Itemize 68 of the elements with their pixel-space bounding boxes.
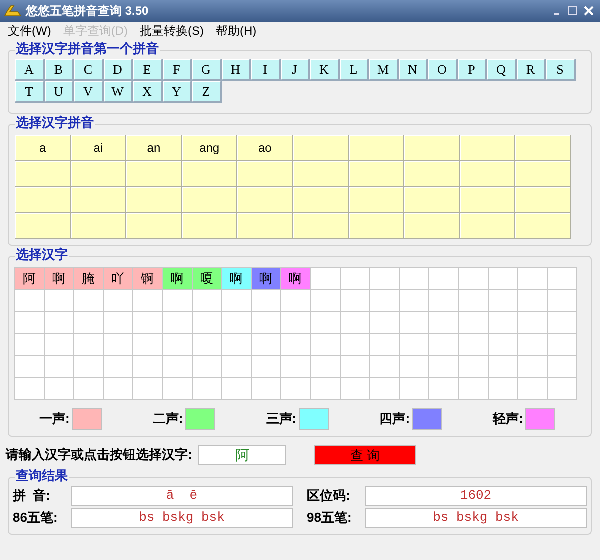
- letter-button[interactable]: O: [428, 59, 458, 81]
- character-button[interactable]: 啊: [44, 268, 74, 290]
- letter-button[interactable]: A: [15, 59, 44, 81]
- letter-button[interactable]: U: [44, 81, 74, 103]
- tone-label: 一声:: [40, 410, 70, 428]
- character-button[interactable]: 啊: [281, 268, 311, 290]
- letter-button[interactable]: B: [44, 59, 74, 81]
- character-button[interactable]: 腌: [74, 268, 104, 290]
- query-button[interactable]: 查 询: [314, 445, 416, 465]
- syllable-button[interactable]: ao: [237, 135, 293, 161]
- group-title: 选择汉字拼音: [15, 115, 95, 131]
- input-label: 请输入汉字或点击按钮选择汉字:: [6, 446, 192, 464]
- letter-button[interactable]: D: [104, 59, 133, 81]
- character-button[interactable]: 啊: [222, 268, 252, 290]
- window-title: 悠悠五笔拼音查询 3.50: [26, 3, 150, 20]
- group-title: 选择汉字: [15, 247, 69, 263]
- tone-label: 轻声:: [493, 410, 524, 428]
- syllable-button[interactable]: an: [126, 135, 182, 161]
- result-field: bs bskg bsk: [71, 508, 293, 528]
- syllable-button[interactable]: ai: [70, 135, 126, 161]
- letter-button[interactable]: V: [74, 81, 104, 103]
- letter-button[interactable]: J: [280, 59, 310, 81]
- letter-button[interactable]: Z: [192, 81, 222, 103]
- letter-button[interactable]: L: [340, 59, 369, 81]
- result-label: 98五笔:: [307, 509, 353, 528]
- result-label: 拼 音:: [13, 487, 52, 506]
- letter-button[interactable]: N: [398, 59, 428, 81]
- letter-button[interactable]: T: [15, 81, 44, 103]
- close-button[interactable]: [582, 4, 596, 18]
- tone-label: 二声:: [152, 410, 184, 428]
- character-input[interactable]: 阿: [198, 445, 286, 465]
- result-field: 1602: [365, 486, 587, 506]
- syllable-button[interactable]: ang: [182, 135, 238, 161]
- letter-button[interactable]: S: [546, 59, 576, 81]
- letter-button[interactable]: W: [104, 81, 133, 103]
- letter-button[interactable]: R: [516, 59, 546, 81]
- result-label: 区位码:: [307, 487, 352, 506]
- tone-label: 三声:: [266, 410, 297, 428]
- character-button[interactable]: 嗄: [192, 268, 222, 290]
- letter-button[interactable]: Q: [487, 59, 516, 81]
- menu-item[interactable]: 文件(W): [8, 22, 52, 40]
- result-field: ā ē: [71, 486, 293, 506]
- syllable-button[interactable]: a: [15, 135, 71, 161]
- tone-label: 四声:: [380, 410, 410, 428]
- result-field: bs bskg bsk: [365, 508, 587, 528]
- letter-button[interactable]: K: [310, 59, 340, 81]
- letter-button[interactable]: M: [369, 59, 398, 81]
- character-button[interactable]: 锕: [133, 268, 163, 290]
- result-label: 86五笔:: [13, 509, 59, 528]
- character-button[interactable]: 啊: [162, 268, 193, 290]
- menu-item[interactable]: 帮助(H): [216, 22, 257, 40]
- letter-button[interactable]: E: [133, 59, 162, 81]
- letter-button[interactable]: G: [192, 59, 222, 81]
- letter-button[interactable]: Y: [162, 81, 192, 103]
- app-icon: [4, 4, 22, 18]
- letter-button[interactable]: X: [133, 81, 162, 103]
- letter-button[interactable]: F: [162, 59, 192, 81]
- group-title: 查询结果: [15, 468, 69, 484]
- character-button[interactable]: 吖: [104, 268, 134, 290]
- letter-button[interactable]: H: [222, 59, 251, 81]
- letter-button[interactable]: I: [251, 59, 280, 81]
- character-button[interactable]: 阿: [15, 268, 45, 290]
- group-title: 选择汉字拼音第一个拼音: [15, 41, 160, 57]
- maximize-button[interactable]: [566, 4, 580, 18]
- letter-button[interactable]: P: [458, 59, 487, 81]
- menu-item[interactable]: 批量转换(S): [140, 22, 204, 40]
- letter-button[interactable]: C: [74, 59, 104, 81]
- character-button[interactable]: 啊: [252, 268, 282, 290]
